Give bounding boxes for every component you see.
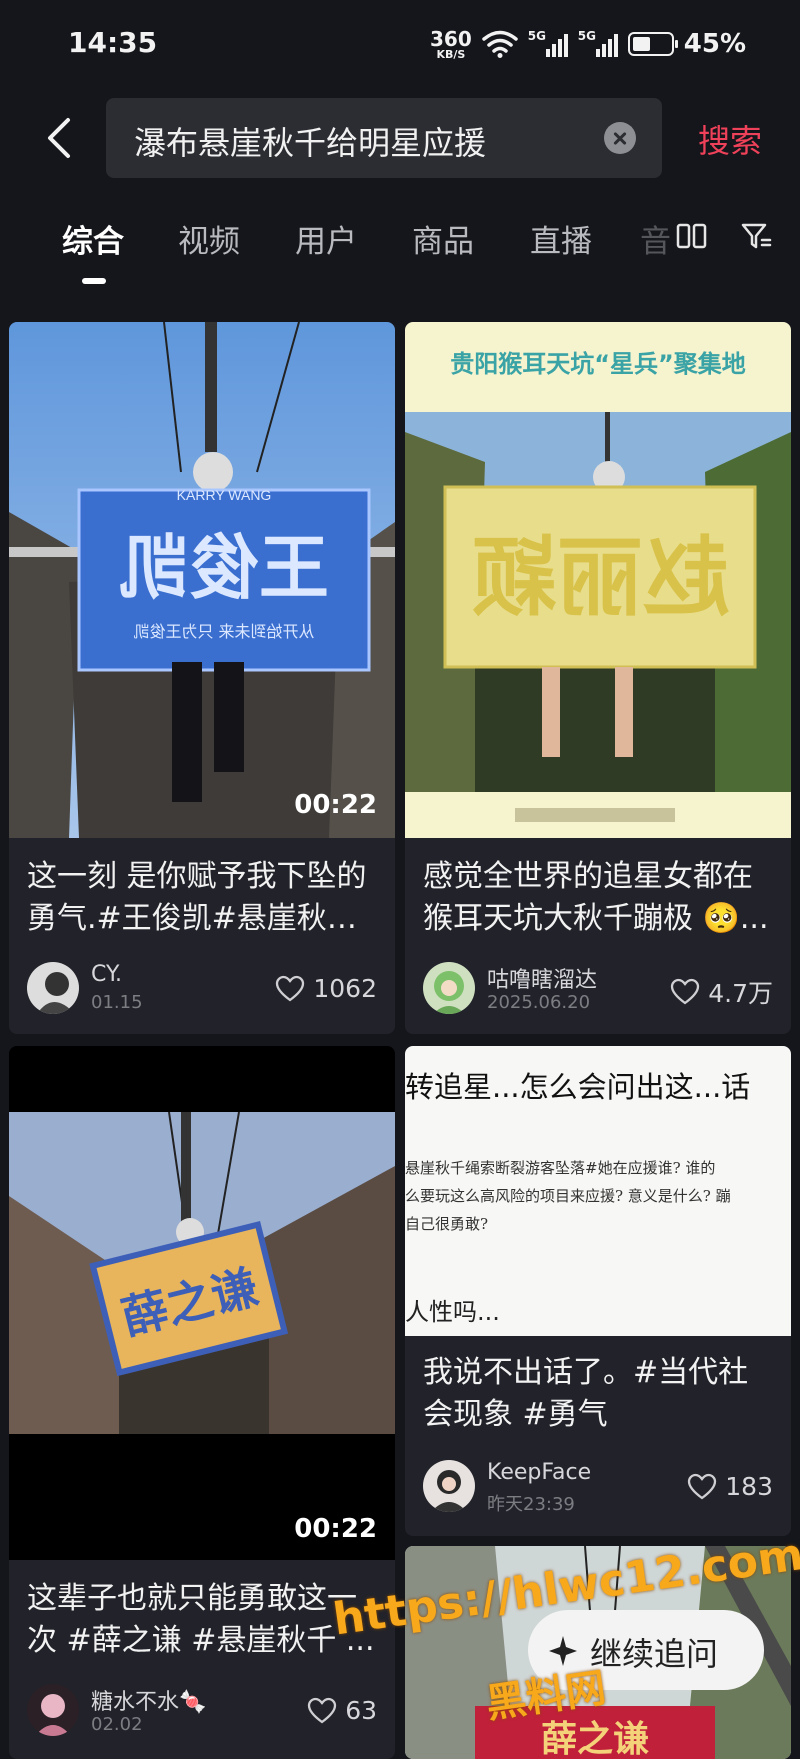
active-tab-indicator	[82, 278, 106, 284]
signal-icon-sim2: 5G	[578, 29, 618, 59]
heart-icon[interactable]	[670, 978, 700, 1006]
wifi-icon	[482, 30, 518, 58]
tab-music[interactable]: 音	[640, 216, 670, 261]
heart-icon[interactable]	[687, 1473, 717, 1501]
like-count[interactable]: 63	[307, 1696, 377, 1725]
sim1-network-type: 5G	[527, 29, 546, 43]
card-author[interactable]: 咕噜瞎溜达 2025.06.20 4.7万	[423, 962, 773, 1018]
like-count[interactable]: 183	[687, 1472, 773, 1501]
like-count-value: 63	[345, 1696, 377, 1725]
post-date: 01.15	[91, 992, 143, 1013]
tab-users[interactable]: 用户	[295, 216, 357, 261]
card-author[interactable]: KeepFace 昨天23:39 183	[423, 1460, 773, 1516]
card-title-line: 我说不出话了。#当代社	[423, 1355, 749, 1390]
net-speed-indicator: 360 KB/S	[430, 29, 472, 60]
card-title[interactable]: 感觉全世界的追星女都在 猴耳天坑大秋千蹦极 🥺...	[423, 856, 773, 940]
video-card[interactable]: 薛之谦 00:22 这辈子也就只能勇敢这一 次 #薛之谦 #悬崖秋千 ... 糖…	[9, 1046, 395, 1759]
flag-main-text: 王俊凯	[119, 527, 329, 609]
avatar[interactable]	[27, 1684, 79, 1736]
heart-icon[interactable]	[275, 975, 305, 1003]
avatar[interactable]	[423, 1460, 475, 1512]
tab-comprehensive[interactable]: 综合	[62, 216, 124, 261]
tab-video[interactable]: 视频	[178, 216, 240, 261]
video-thumbnail[interactable]: KARRY WANG 王俊凯 从开始到未来 只为王俊凯	[9, 322, 395, 838]
card-author[interactable]: 糖水不水🍬 02.02 63	[27, 1684, 377, 1740]
status-bar: 14:35 360 KB/S 5G 5G 45%	[0, 0, 800, 90]
flag-top-text: KARRY WANG	[177, 487, 272, 503]
card-title-line: 感觉全世界的追星女都在	[423, 859, 753, 894]
continue-ask-label: 继续追问	[590, 1635, 719, 1673]
card-title-line: 会现象 #勇气	[423, 1397, 608, 1432]
filter-icon[interactable]	[740, 220, 772, 252]
search-button[interactable]: 搜索	[698, 116, 762, 162]
flag-bottom-text: 从开始到未来 只为王俊凯	[133, 622, 314, 641]
post-date: 2025.06.20	[487, 992, 591, 1013]
post-date: 昨天23:39	[487, 1494, 575, 1515]
clock: 14:35	[68, 26, 158, 59]
like-count-value: 4.7万	[708, 979, 773, 1008]
card-title[interactable]: 这辈子也就只能勇敢这一 次 #薛之谦 #悬崖秋千 ...	[27, 1578, 377, 1662]
heart-icon[interactable]	[307, 1697, 337, 1725]
search-input[interactable]: 瀑布悬崖秋千给明星应援	[106, 98, 662, 178]
author-name[interactable]: 糖水不水🍬	[91, 1684, 206, 1716]
card-title-line: 这一刻 是你赋予我下坠的	[27, 859, 367, 894]
signal-icon-sim1: 5G	[528, 29, 568, 59]
like-count[interactable]: 1062	[275, 974, 377, 1003]
search-query-text[interactable]: 瀑布悬崖秋千给明星应援	[134, 118, 486, 164]
video-card[interactable]: KARRY WANG 王俊凯 从开始到未来 只为王俊凯 00:22 这一刻 是你…	[9, 322, 395, 1034]
video-thumbnail[interactable]: 贵阳猴耳天坑“星兵”聚集地 赵丽颖	[405, 322, 791, 838]
layout-toggle-icon[interactable]	[676, 222, 708, 250]
card-title-line: 这辈子也就只能勇敢这一	[27, 1581, 357, 1616]
thumb-footer: 人性吗...	[405, 1298, 500, 1326]
flag-main-text: 薛之谦	[541, 1719, 649, 1759]
thumb-heading: 转追星...怎么会问出这...话	[405, 1070, 751, 1104]
clear-icon[interactable]	[604, 122, 636, 154]
card-title[interactable]: 我说不出话了。#当代社 会现象 #勇气	[423, 1352, 773, 1436]
video-card[interactable]: 贵阳猴耳天坑“星兵”聚集地 赵丽颖 感觉全世界的追星女都在 猴耳天坑大秋千蹦极 …	[405, 322, 791, 1034]
like-count-value: 1062	[313, 974, 377, 1003]
battery-percent: 45%	[683, 29, 746, 59]
flag-main-text: 赵丽颖	[471, 528, 729, 628]
video-duration: 00:22	[294, 790, 377, 820]
card-title-line: 次 #薛之谦 #悬崖秋千 ...	[27, 1623, 375, 1658]
like-count-value: 183	[725, 1472, 773, 1501]
status-icons: 360 KB/S 5G 5G 45%	[430, 24, 746, 64]
card-title[interactable]: 这一刻 是你赋予我下坠的 勇气.#王俊凯#悬崖秋千...	[27, 856, 377, 940]
search-tabs: 综合 视频 用户 商品 直播 音	[0, 210, 800, 290]
thumb-note-line: 么要玩这么高风险的项目来应援? 意义是什么? 蹦	[405, 1187, 731, 1205]
author-name[interactable]: 咕噜瞎溜达	[487, 962, 597, 994]
video-duration: 00:22	[294, 1514, 377, 1544]
thumb-note-line: 悬崖秋千绳索断裂游客坠落#她在应援谁? 谁的	[405, 1159, 716, 1177]
search-bar: 瀑布悬崖秋千给明星应援 搜索	[0, 98, 800, 178]
battery-icon	[627, 32, 678, 56]
tab-live[interactable]: 直播	[530, 216, 592, 261]
avatar[interactable]	[27, 962, 79, 1014]
thumb-note-line: 自己很勇敢?	[405, 1215, 489, 1233]
net-speed-value: 360	[430, 26, 472, 51]
author-name[interactable]: CY.	[91, 962, 122, 987]
like-count[interactable]: 4.7万	[670, 974, 773, 1010]
card-author[interactable]: CY. 01.15 1062	[27, 962, 377, 1018]
card-title-line: 勇气.#王俊凯#悬崖秋千...	[27, 901, 377, 936]
card-title-line: 猴耳天坑大秋千蹦极 🥺...	[423, 901, 769, 936]
avatar[interactable]	[423, 962, 475, 1014]
tab-products[interactable]: 商品	[412, 216, 474, 261]
thumb-header-text: 贵阳猴耳天坑“星兵”聚集地	[450, 350, 746, 378]
video-thumbnail[interactable]: 薛之谦	[9, 1046, 395, 1560]
thumb-note: 悬崖秋千绳索断裂游客坠落#她在应援谁? 谁的 么要玩这么高风险的项目来应援? 意…	[405, 1154, 791, 1238]
back-arrow-icon[interactable]	[40, 114, 80, 162]
post-date: 02.02	[91, 1714, 143, 1735]
author-name[interactable]: KeepFace	[487, 1460, 591, 1485]
sim2-network-type: 5G	[577, 29, 596, 43]
post-thumbnail[interactable]: 转追星...怎么会问出这...话 悬崖秋千绳索断裂游客坠落#她在应援谁? 谁的 …	[405, 1046, 791, 1336]
net-speed-unit: KB/S	[436, 47, 466, 61]
post-card[interactable]: 转追星...怎么会问出这...话 悬崖秋千绳索断裂游客坠落#她在应援谁? 谁的 …	[405, 1046, 791, 1536]
